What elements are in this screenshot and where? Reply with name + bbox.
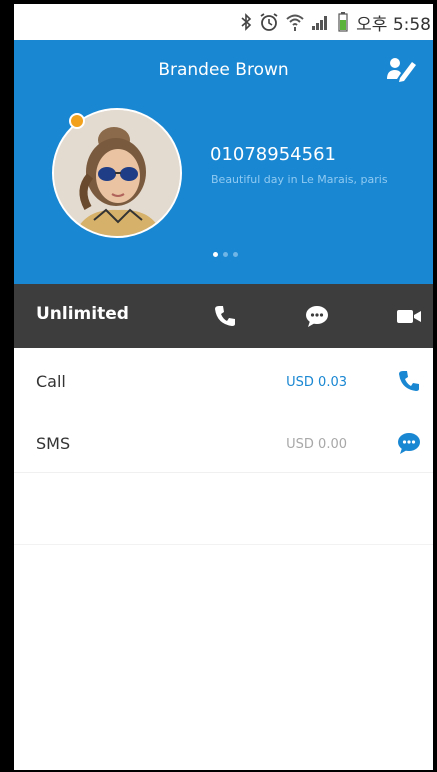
rate-label: Call bbox=[36, 372, 66, 391]
page-dot-3 bbox=[233, 252, 238, 257]
status-bar: 오후 5:58 bbox=[14, 4, 433, 40]
battery-icon bbox=[338, 12, 348, 32]
bluetooth-icon bbox=[240, 13, 252, 31]
page-indicator bbox=[213, 252, 238, 257]
edit-contact-button[interactable] bbox=[385, 52, 419, 86]
plan-label: Unlimited bbox=[36, 304, 129, 324]
rate-price: USD 0.00 bbox=[286, 437, 347, 452]
chat-icon bbox=[398, 433, 420, 454]
page-dot-1 bbox=[213, 252, 218, 257]
call-rate-call-button[interactable] bbox=[395, 367, 423, 395]
call-rate-row[interactable]: Call USD 0.03 bbox=[14, 348, 433, 411]
call-button[interactable] bbox=[210, 301, 240, 331]
presence-indicator bbox=[69, 113, 85, 129]
phone-screen: 오후 5:58 Brandee Brown 01078954561 Beauti… bbox=[0, 0, 437, 772]
contact-phone-number: 01078954561 bbox=[210, 144, 336, 165]
contact-avatar[interactable] bbox=[52, 108, 182, 238]
sms-rate-message-button[interactable] bbox=[395, 429, 423, 457]
phone-icon bbox=[215, 306, 235, 326]
contact-status-message: Beautiful day in Le Marais, paris bbox=[211, 173, 388, 186]
action-bar: Unlimited bbox=[14, 284, 433, 348]
rate-label: SMS bbox=[36, 434, 71, 453]
page-dot-2 bbox=[223, 252, 228, 257]
phone-icon bbox=[399, 371, 419, 391]
contact-name: Brandee Brown bbox=[158, 60, 289, 80]
message-button[interactable] bbox=[302, 301, 332, 331]
profile-header: Brandee Brown 01078954561 Beautiful day … bbox=[14, 40, 433, 284]
video-icon bbox=[397, 310, 421, 323]
rate-price: USD 0.03 bbox=[286, 375, 347, 390]
empty-content-area bbox=[14, 544, 433, 545]
wifi-icon bbox=[286, 13, 304, 31]
sms-rate-row[interactable]: SMS USD 0.00 bbox=[14, 410, 433, 473]
alarm-icon bbox=[259, 12, 279, 32]
video-call-button[interactable] bbox=[394, 301, 424, 331]
edit-profile-icon bbox=[387, 58, 416, 82]
signal-icon bbox=[311, 13, 331, 31]
clock-time: 오후 5:58 bbox=[356, 14, 431, 35]
chat-icon bbox=[306, 306, 328, 327]
